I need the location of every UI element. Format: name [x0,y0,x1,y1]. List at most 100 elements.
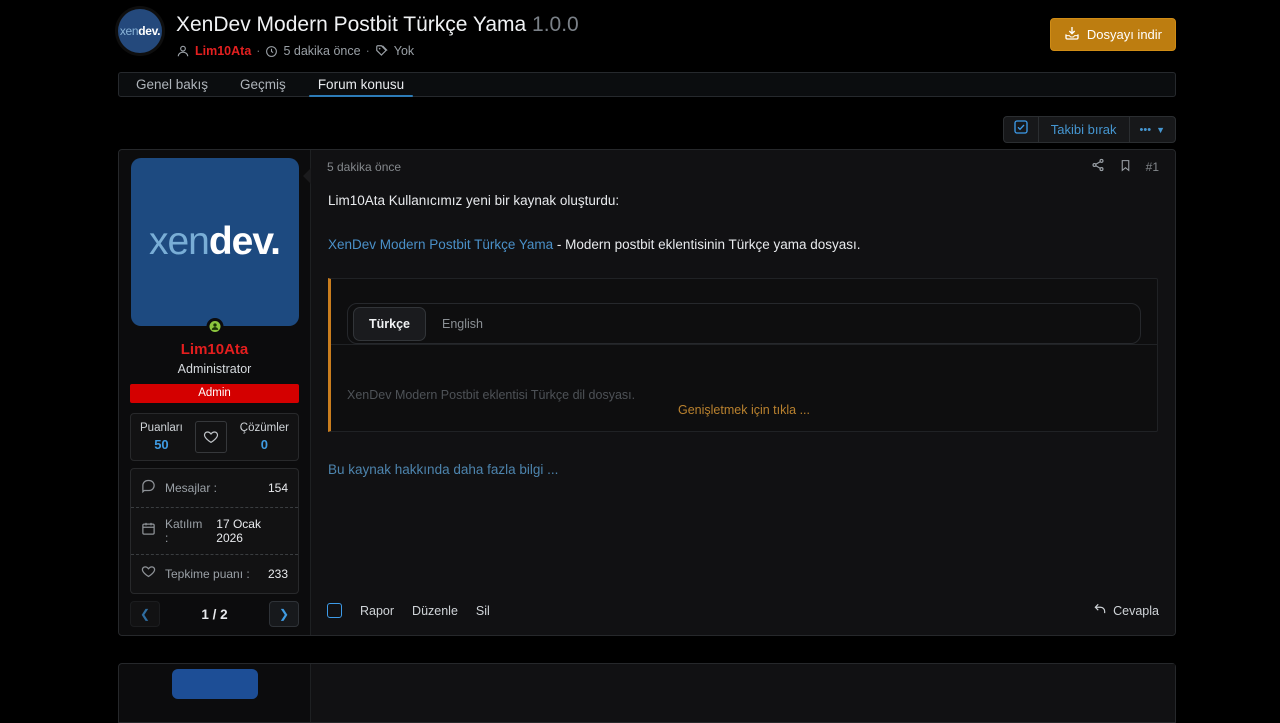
dot-separator: · [256,44,260,58]
post-resource-line: XenDev Modern Postbit Türkçe Yama - Mode… [328,235,1158,255]
score-box: Puanları 50 Çözümler 0 [130,413,299,461]
posted-time[interactable]: 5 dakika önce [283,44,360,58]
user-card-pager: ❮ 1 / 2 ❯ [130,601,299,627]
resource-version: 1.0.0 [532,13,579,36]
tab-english[interactable]: English [442,315,483,333]
watch-button-group: Takibi bırak ••• ▼ [1003,116,1176,143]
bubble-arrow [303,168,311,184]
stat-row-messages: Mesajlar : 154 [131,469,298,508]
delete-link[interactable]: Sil [476,604,490,618]
stat-value: 154 [268,481,288,495]
pager-next-button[interactable]: ❯ [269,601,299,627]
resource-title: XenDev Modern Postbit Türkçe Yama [176,13,526,36]
tags-icon [375,44,389,58]
stat-label: Katılım : [165,517,207,545]
username[interactable]: Lim10Ata [130,341,299,358]
message-footer: Rapor Düzenle Sil Cevapla [311,592,1175,635]
post-2-partial [118,663,1176,723]
user-banner-admin: Admin [130,384,299,403]
post-2-message-cell [311,664,1175,722]
avatar-text-dev: dev. [209,220,280,264]
quote-preview-text: XenDev Modern Postbit eklentisi Türkçe d… [347,345,1141,404]
download-label: Dosyayı indir [1087,27,1162,42]
logo-text-dev: dev. [138,24,160,38]
clock-icon [265,45,278,58]
more-info-link[interactable]: Bu kaynak hakkında daha fazla bilgi ... [328,462,558,477]
reply-icon [1093,602,1107,619]
heart-icon [141,564,156,584]
quote-block: Türkçe English XenDev Modern Postbit ekl… [328,278,1158,432]
post-2-avatar-partial[interactable] [172,669,258,699]
avatar-text-xen: xen [149,220,209,264]
user-stats-box: Mesajlar : 154 Katılım : 17 Ocak 2026 Te… [130,468,299,594]
more-options-button[interactable]: ••• ▼ [1129,117,1175,142]
quote-language-tabs: Türkçe English [347,303,1141,344]
avatar[interactable]: xendev. [131,158,299,326]
tab-discussion[interactable]: Forum konusu [309,73,413,96]
message-body: Lim10Ata Kullanıcımız yeni bir kaynak ol… [311,179,1175,480]
site-logo[interactable]: xendev. [118,9,162,53]
online-status-icon [206,318,223,335]
reply-label: Cevapla [1113,604,1159,618]
post-message-cell: 5 dakika önce #1 Lim10Ata Kullanıcımız y… [311,150,1175,635]
tab-turkce[interactable]: Türkçe [353,307,426,341]
watch-row: Takibi bırak ••• ▼ [118,116,1176,143]
solutions-label: Çözümler [240,422,289,434]
resource-meta: Lim10Ata · 5 dakika önce · Yok [176,44,579,58]
solutions-value: 0 [240,437,289,452]
pager-label: 1 / 2 [160,607,269,622]
post-2-user-cell [119,664,311,722]
user-icon [176,44,190,58]
resource-desc: - Modern postbit eklentisinin Türkçe yam… [553,237,860,252]
reaction-heart-button[interactable] [195,421,227,453]
checked-checkbox-icon [1013,119,1029,140]
download-icon [1064,25,1080,44]
post-time[interactable]: 5 dakika önce [327,160,401,174]
post-1: xendev. Lim10Ata Administrator Admin Pua… [118,149,1176,636]
bookmark-icon[interactable] [1119,159,1132,175]
post-user-cell: xendev. Lim10Ata Administrator Admin Pua… [119,150,311,635]
message-header: 5 dakika önce #1 [311,150,1175,179]
calendar-icon [141,521,156,541]
stat-label: Mesajlar : [165,481,217,495]
report-link[interactable]: Rapor [360,604,394,618]
logo-text-xen: xen [120,24,138,38]
score-cell-solutions: Çözümler 0 [240,422,289,452]
pager-prev-button[interactable]: ❮ [130,601,160,627]
page-container: xendev. XenDev Modern Postbit Türkçe Yam… [118,0,1176,723]
stat-label: Tepkime puanı : [165,567,250,581]
stat-row-joined: Katılım : 17 Ocak 2026 [131,508,298,555]
user-role: Administrator [130,362,299,376]
page-title: XenDev Modern Postbit Türkçe Yama 1.0.0 [176,9,579,41]
stat-value: 233 [268,567,288,581]
post-intro: Lim10Ata Kullanıcımız yeni bir kaynak ol… [328,191,1158,211]
resource-link[interactable]: XenDev Modern Postbit Türkçe Yama [328,237,553,252]
resource-header: xendev. XenDev Modern Postbit Türkçe Yam… [118,0,1176,58]
points-label: Puanları [140,422,183,434]
comment-icon [141,478,156,498]
download-file-button[interactable]: Dosyayı indir [1050,18,1176,51]
resource-head-text: XenDev Modern Postbit Türkçe Yama 1.0.0 … [176,9,579,58]
author-link[interactable]: Lim10Ata [195,44,251,58]
points-value: 50 [140,437,183,452]
watch-checkbox-button[interactable] [1004,117,1039,142]
ellipsis-icon: ••• [1140,124,1152,136]
tab-overview[interactable]: Genel bakış [127,73,217,96]
edit-link[interactable]: Düzenle [412,604,458,618]
dot-separator: · [366,44,370,58]
caret-down-icon: ▼ [1156,125,1165,135]
message-header-actions: #1 [1091,158,1159,175]
stat-row-reactions: Tepkime puanı : 233 [131,555,298,593]
tab-bar: Genel bakış Geçmiş Forum konusu [118,72,1176,97]
select-post-checkbox[interactable] [327,603,342,618]
stat-value: 17 Ocak 2026 [216,517,288,545]
unwatch-button[interactable]: Takibi bırak [1039,117,1129,142]
reply-button[interactable]: Cevapla [1093,602,1159,619]
share-icon[interactable] [1091,158,1105,175]
tags-value: Yok [394,44,414,58]
tab-history[interactable]: Geçmiş [231,73,295,96]
post-number[interactable]: #1 [1146,160,1159,174]
score-cell-points: Puanları 50 [140,422,183,452]
avatar-wrap: xendev. [131,158,299,326]
more-info-line: Bu kaynak hakkında daha fazla bilgi ... [328,432,1158,480]
